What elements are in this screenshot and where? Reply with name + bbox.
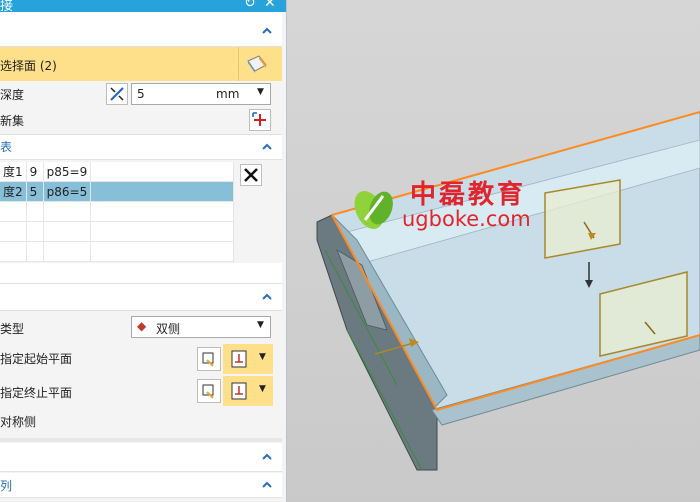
bottom-subsection-header[interactable]: 列 (0, 473, 282, 498)
watermark-chinese: 中磊教育 (410, 180, 527, 210)
select-face-label: 选择面 (2) (0, 59, 57, 73)
face-select-icon[interactable] (245, 53, 269, 75)
row-name: 度2 (0, 181, 27, 202)
watermark-logo-icon (354, 191, 393, 229)
bottom-section-label: 列 (0, 479, 13, 493)
new-set-label: 新集 (0, 114, 25, 128)
part-model[interactable] (287, 0, 700, 502)
symmetric-label: 对称侧 (0, 415, 37, 429)
reset-icon[interactable]: ↻ (244, 0, 256, 11)
measure-icon (110, 87, 124, 101)
depth-input[interactable]: 5 mm ▼ (131, 83, 271, 105)
plane-dialog-icon (202, 352, 214, 367)
chevron-up-icon (262, 453, 272, 460)
row-expression: p85=9 (43, 162, 92, 182)
parameter-list: 度1 9 p85=9 度2 5 p86=5 (0, 162, 234, 262)
plane-icon (231, 382, 247, 400)
both-sides-icon: ◆ (137, 319, 147, 333)
new-set-row: 新集 (0, 107, 282, 133)
table-row[interactable]: 度1 9 p85=9 (0, 162, 234, 182)
plane-dialog-button[interactable] (197, 379, 221, 403)
start-plane-row: 指定起始平面 ▼ (0, 344, 282, 374)
row-filler (90, 181, 234, 202)
table-row-empty (0, 201, 234, 222)
divider (238, 47, 239, 81)
dialog-panel: 接 ↻ ✕ 选择面 (2) 深度 5 mm ▼ 新集 表 度1 9 p85=9 … (0, 0, 287, 502)
start-plane-label: 指定起始平面 (0, 352, 73, 366)
type-value: 双侧 (156, 322, 181, 336)
depth-unit: mm (216, 87, 240, 101)
watermark-url: ugboke.com (402, 207, 531, 231)
plane-select-group[interactable]: ▼ (223, 344, 273, 374)
type-select[interactable]: ◆ 双侧 ▼ (131, 316, 271, 338)
dropdown-arrow-icon[interactable]: ▼ (259, 384, 266, 394)
select-face-row[interactable]: 选择面 (2) (0, 47, 282, 81)
plane-select-group[interactable]: ▼ (223, 376, 273, 406)
dialog-titlebar: 接 ↻ ✕ (0, 0, 286, 14)
dropdown-arrow-icon[interactable]: ▼ (257, 320, 264, 330)
row-filler (90, 162, 234, 182)
delete-row-button[interactable] (240, 164, 262, 186)
dropdown-arrow-icon[interactable]: ▼ (259, 352, 266, 362)
type-label: 类型 (0, 322, 25, 336)
section-header-faces[interactable] (0, 12, 282, 47)
end-plane-row: 指定终止平面 ▼ (0, 376, 282, 406)
chevron-up-icon (262, 293, 272, 300)
table-row-selected[interactable]: 度2 5 p86=5 (0, 181, 234, 202)
divider (0, 438, 282, 442)
new-set-button[interactable] (249, 109, 271, 131)
limits-section-header[interactable] (0, 284, 282, 311)
bottom-section-header[interactable] (0, 443, 282, 472)
row-count: 5 (26, 181, 44, 202)
chevron-up-icon (262, 143, 272, 150)
graphics-viewport[interactable] (287, 0, 700, 502)
depth-value: 5 (137, 87, 145, 101)
plane-icon (231, 350, 247, 368)
plane-dialog-button[interactable] (197, 347, 221, 371)
delete-x-icon (244, 168, 258, 182)
row-expression: p86=5 (43, 181, 92, 202)
depth-row: 深度 5 mm ▼ (0, 82, 282, 106)
list-header-label: 表 (0, 140, 13, 154)
depth-label: 深度 (0, 88, 25, 102)
end-plane-label: 指定终止平面 (0, 386, 73, 400)
chevron-up-icon (262, 27, 272, 34)
close-icon[interactable]: ✕ (264, 0, 276, 11)
plane-dialog-icon (202, 384, 214, 399)
row-count: 9 (26, 162, 44, 182)
add-set-icon (252, 112, 266, 126)
chevron-up-icon (262, 481, 272, 488)
table-row-empty (0, 241, 234, 262)
type-row: 类型 ◆ 双侧 ▼ (0, 314, 282, 340)
measure-button[interactable] (106, 83, 128, 105)
dropdown-arrow-icon[interactable]: ▼ (257, 87, 264, 97)
row-name: 度1 (0, 162, 27, 182)
list-footer (0, 263, 282, 284)
symmetric-row[interactable]: 对称侧 (0, 410, 282, 432)
list-section-header[interactable]: 表 (0, 134, 282, 160)
table-row-empty (0, 221, 234, 242)
